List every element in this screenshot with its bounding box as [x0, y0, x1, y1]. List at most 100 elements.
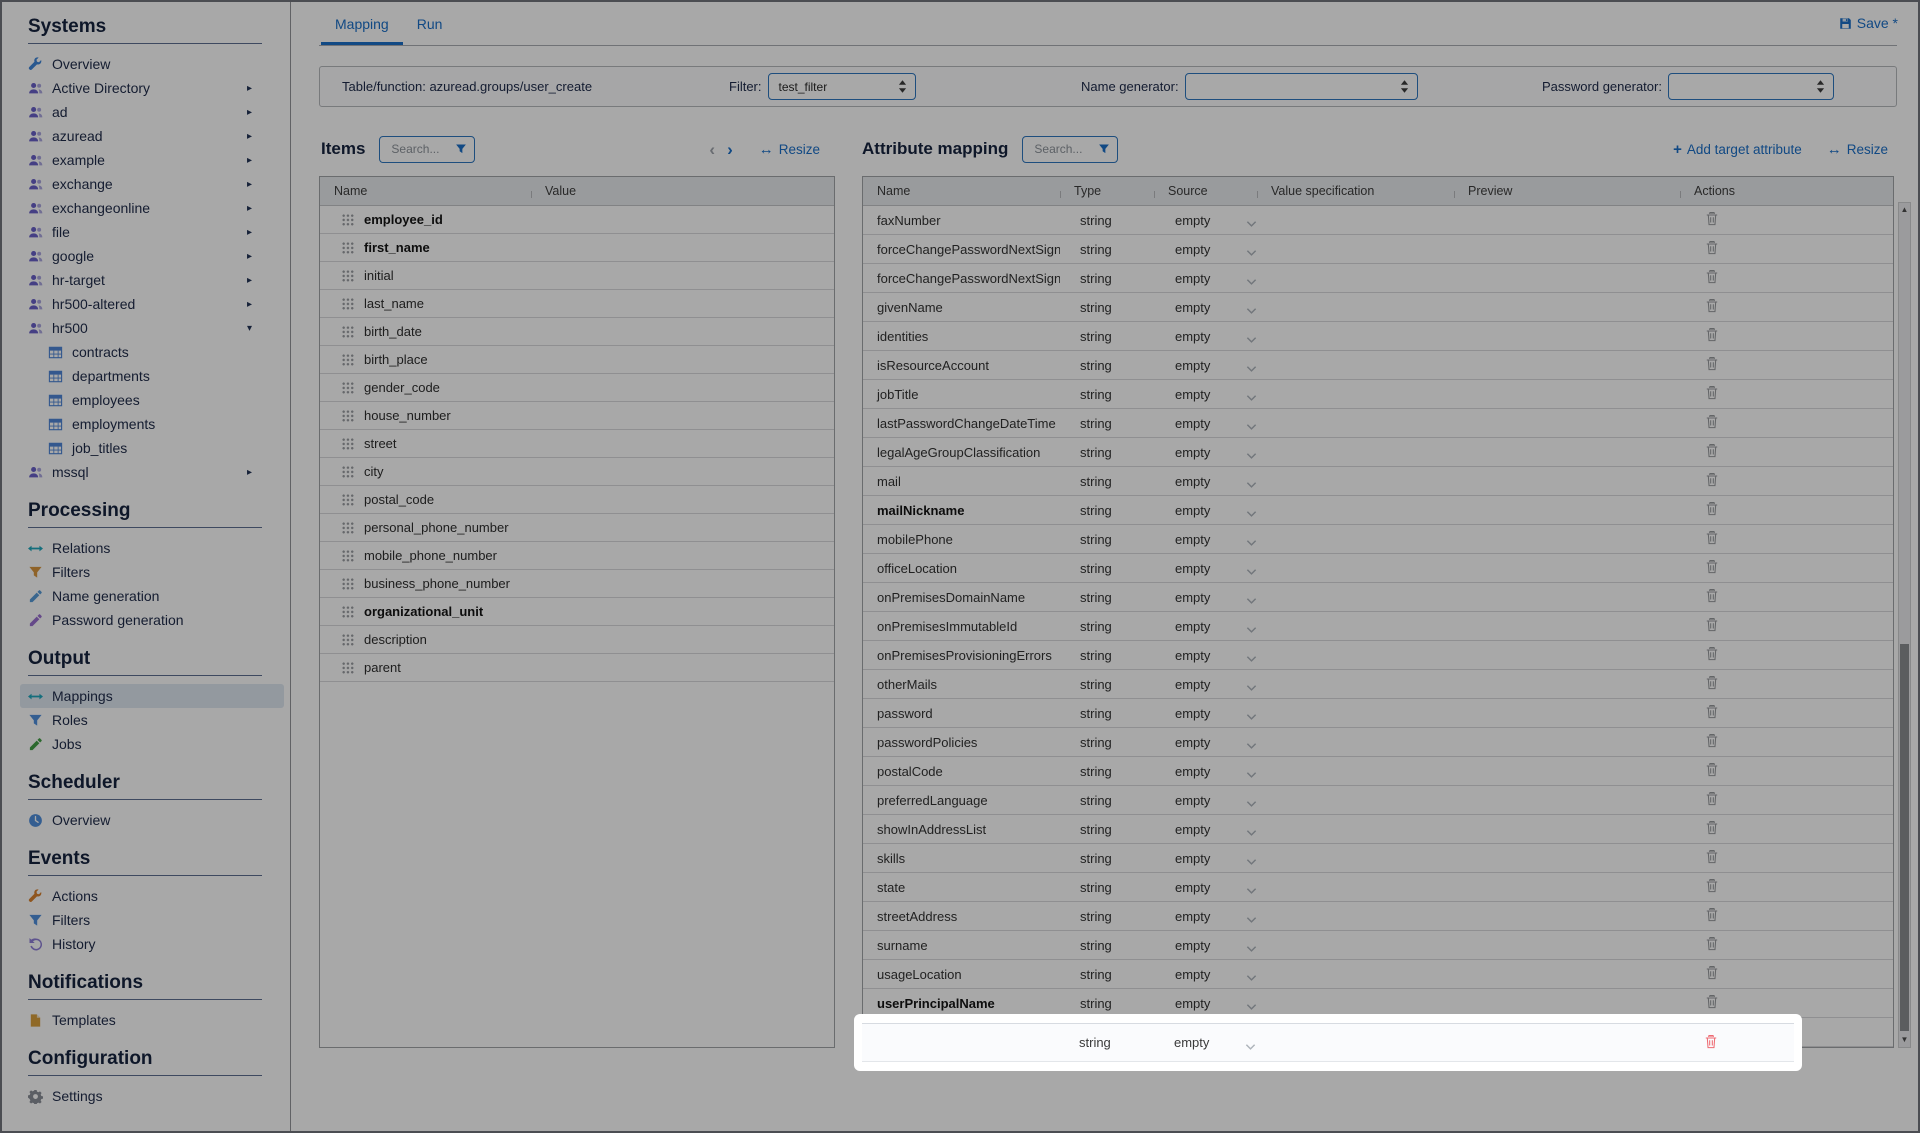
delete-attribute-button[interactable]: [1705, 588, 1719, 603]
delete-attribute-button[interactable]: [1705, 501, 1719, 516]
items-row-birth-place[interactable]: birth_place: [320, 346, 834, 374]
chevron-down-icon[interactable]: [1246, 999, 1257, 1007]
sidebar-item-hr500[interactable]: hr500▾: [20, 316, 284, 340]
chevron-down-icon[interactable]: [1246, 622, 1257, 630]
items-row-first-name[interactable]: first_name: [320, 234, 834, 262]
drag-handle-icon[interactable]: [341, 409, 354, 422]
mapping-row-state[interactable]: statestringempty: [863, 873, 1893, 902]
delete-attribute-button[interactable]: [1705, 211, 1719, 226]
attribute-source-select[interactable]: empty: [1154, 764, 1257, 779]
sidebar-item-exchangeonline[interactable]: exchangeonline▸: [20, 196, 284, 220]
chevron-down-icon[interactable]: [1246, 390, 1257, 398]
drag-handle-icon[interactable]: [341, 269, 354, 282]
mapping-row-identities[interactable]: identitiesstringempty: [863, 322, 1893, 351]
mapping-row-forcechangepasswordnextsignin[interactable]: forceChangePasswordNextSignInstringempty: [863, 235, 1893, 264]
mapping-row-givenname[interactable]: givenNamestringempty: [863, 293, 1893, 322]
attribute-source-select[interactable]: empty: [1154, 706, 1257, 721]
delete-attribute-button[interactable]: [1705, 704, 1719, 719]
scrollbar-thumb[interactable]: [1900, 644, 1909, 1031]
sidebar-item-azuread[interactable]: azuread▸: [20, 124, 284, 148]
new-attribute-row[interactable]: string empty: [862, 1023, 1794, 1062]
attribute-source-select[interactable]: empty: [1154, 532, 1257, 547]
sidebar-item-job-titles[interactable]: job_titles: [20, 436, 284, 460]
sidebar-item-employments[interactable]: employments: [20, 412, 284, 436]
delete-attribute-button[interactable]: [1705, 646, 1719, 661]
attribute-source-select[interactable]: empty: [1154, 967, 1257, 982]
drag-handle-icon[interactable]: [341, 577, 354, 590]
tab-mapping[interactable]: Mapping: [321, 2, 403, 45]
sidebar-item-exchange[interactable]: exchange▸: [20, 172, 284, 196]
delete-attribute-button[interactable]: [1705, 820, 1719, 835]
drag-handle-icon[interactable]: [341, 521, 354, 534]
attribute-source-select[interactable]: empty: [1154, 242, 1257, 257]
chevron-down-icon[interactable]: [1246, 332, 1257, 340]
drag-handle-icon[interactable]: [341, 465, 354, 478]
delete-attribute-button[interactable]: [1705, 675, 1719, 690]
chevron-right-icon[interactable]: ▸: [247, 275, 252, 286]
mapping-row-onpremisesprovisioningerrors[interactable]: onPremisesProvisioningErrorsstringempty: [863, 641, 1893, 670]
mapping-row-isresourceaccount[interactable]: isResourceAccountstringempty: [863, 351, 1893, 380]
sidebar-item-google[interactable]: google▸: [20, 244, 284, 268]
mapping-row-jobtitle[interactable]: jobTitlestringempty: [863, 380, 1893, 409]
delete-attribute-button[interactable]: [1705, 298, 1719, 313]
name-generator-select[interactable]: [1185, 73, 1418, 100]
chevron-right-icon[interactable]: ▸: [247, 203, 252, 214]
mapping-row-preferredlanguage[interactable]: preferredLanguagestringempty: [863, 786, 1893, 815]
items-row-postal-code[interactable]: postal_code: [320, 486, 834, 514]
chevron-down-icon[interactable]: [1246, 796, 1257, 804]
items-row-business-phone-number[interactable]: business_phone_number: [320, 570, 834, 598]
sidebar-item-relations[interactable]: Relations: [20, 536, 284, 560]
chevron-right-icon[interactable]: ▸: [247, 227, 252, 238]
mapping-row-faxnumber[interactable]: faxNumberstringempty: [863, 206, 1893, 235]
sidebar-item-overview[interactable]: Overview: [20, 808, 284, 832]
chevron-down-icon[interactable]: [1246, 216, 1257, 224]
sidebar-item-mssql[interactable]: mssql▸: [20, 460, 284, 484]
sidebar-item-overview[interactable]: Overview: [20, 52, 284, 76]
sidebar-item-hr500-altered[interactable]: hr500-altered▸: [20, 292, 284, 316]
sidebar-item-name-generation[interactable]: Name generation: [20, 584, 284, 608]
attribute-source-select[interactable]: empty: [1154, 735, 1257, 750]
delete-attribute-button[interactable]: [1705, 443, 1719, 458]
attribute-source-select[interactable]: empty: [1154, 358, 1257, 373]
items-row-initial[interactable]: initial: [320, 262, 834, 290]
scroll-down-icon[interactable]: ▼: [1899, 1033, 1910, 1047]
sidebar-item-contracts[interactable]: contracts: [20, 340, 284, 364]
chevron-right-icon[interactable]: ▸: [247, 107, 252, 118]
chevron-down-icon[interactable]: [1245, 1039, 1256, 1047]
sidebar-item-hr-target[interactable]: hr-target▸: [20, 268, 284, 292]
items-row-city[interactable]: city: [320, 458, 834, 486]
chevron-down-icon[interactable]: [1246, 535, 1257, 543]
delete-attribute-button[interactable]: [1705, 878, 1719, 893]
attribute-source-select[interactable]: empty: [1154, 822, 1257, 837]
delete-attribute-button[interactable]: [1705, 936, 1719, 951]
mapping-row-onpremisesdomainname[interactable]: onPremisesDomainNamestringempty: [863, 583, 1893, 612]
chevron-down-icon[interactable]: [1246, 738, 1257, 746]
items-row-gender-code[interactable]: gender_code: [320, 374, 834, 402]
chevron-down-icon[interactable]: [1246, 767, 1257, 775]
drag-handle-icon[interactable]: [341, 437, 354, 450]
mapping-row-usagelocation[interactable]: usageLocationstringempty: [863, 960, 1893, 989]
chevron-right-icon[interactable]: ▸: [247, 155, 252, 166]
items-row-parent[interactable]: parent: [320, 654, 834, 682]
sidebar-item-filters[interactable]: Filters: [20, 908, 284, 932]
items-row-description[interactable]: description: [320, 626, 834, 654]
chevron-down-icon[interactable]: [1246, 970, 1257, 978]
mapping-row-lastpasswordchangedatetime[interactable]: lastPasswordChangeDateTimestringempty: [863, 409, 1893, 438]
chevron-down-icon[interactable]: [1246, 651, 1257, 659]
drag-handle-icon[interactable]: [341, 241, 354, 254]
mapping-row-mailnickname[interactable]: mailNicknamestringempty: [863, 496, 1893, 525]
chevron-down-icon[interactable]: [1246, 477, 1257, 485]
chevron-right-icon[interactable]: ▸: [247, 179, 252, 190]
mapping-row-othermails[interactable]: otherMailsstringempty: [863, 670, 1893, 699]
items-row-employee-id[interactable]: employee_id: [320, 206, 834, 234]
chevron-down-icon[interactable]: [1246, 854, 1257, 862]
mapping-row-officelocation[interactable]: officeLocationstringempty: [863, 554, 1893, 583]
mapping-resize-button[interactable]: ↔ Resize: [1827, 141, 1888, 158]
mapping-row-passwordpolicies[interactable]: passwordPoliciesstringempty: [863, 728, 1893, 757]
delete-attribute-button[interactable]: [1705, 965, 1719, 980]
chevron-down-icon[interactable]: ▾: [247, 323, 252, 334]
mapping-row-mail[interactable]: mailstringempty: [863, 467, 1893, 496]
drag-handle-icon[interactable]: [341, 381, 354, 394]
drag-handle-icon[interactable]: [341, 661, 354, 674]
chevron-down-icon[interactable]: [1246, 419, 1257, 427]
